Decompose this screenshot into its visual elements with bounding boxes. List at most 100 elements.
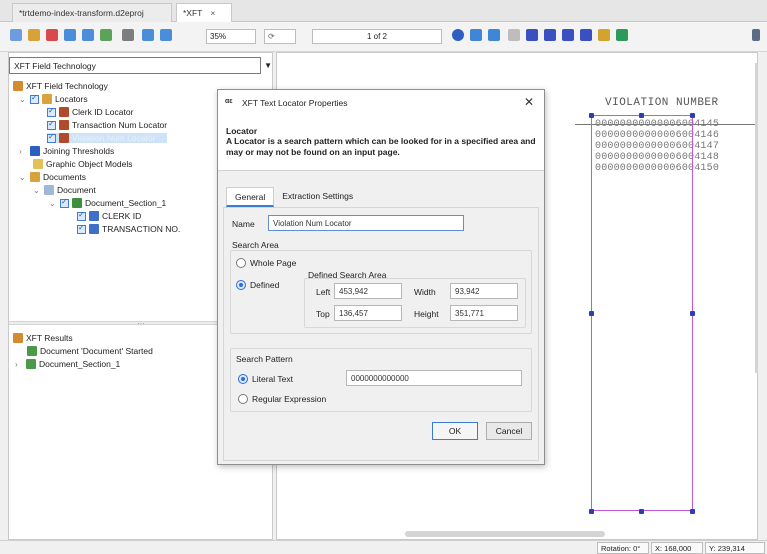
tree-item-graphic-object-models[interactable]: Graphic Object Models	[33, 159, 132, 169]
tree-item-locators[interactable]: ⌄ Locators	[19, 93, 88, 104]
name-input[interactable]: Violation Num Locator	[268, 215, 464, 231]
resize-handle-top-left[interactable]	[589, 113, 594, 118]
tree-item-documents[interactable]: ⌄ Documents	[19, 172, 86, 182]
horizontal-scrollbar[interactable]	[405, 531, 605, 537]
chevron-right-icon[interactable]: ›	[19, 147, 27, 156]
tab-xft[interactable]: *XFT ×	[176, 3, 232, 22]
results-item-started[interactable]: Document 'Document' Started	[27, 346, 153, 356]
resize-handle-bottom-right[interactable]	[690, 509, 695, 514]
run-icon[interactable]	[452, 29, 464, 41]
height-input[interactable]: 351,771	[450, 305, 518, 321]
clerk-id-checkbox[interactable]	[47, 106, 56, 117]
whole-page-radio[interactable]: Whole Page	[236, 258, 296, 268]
tree-item-xft-field-technology[interactable]: XFT Field Technology	[13, 81, 108, 91]
page-value: 1 of 2	[366, 32, 387, 41]
chevron-down-icon[interactable]: ⌄	[33, 186, 41, 195]
literal-text-radio[interactable]: Literal Text	[238, 374, 293, 384]
dialog-description: A Locator is a search pattern which can …	[226, 136, 536, 157]
clerk-id-field-checkbox[interactable]	[77, 210, 86, 221]
tab-extraction-settings[interactable]: Extraction Settings	[274, 187, 361, 207]
crosshair-icon[interactable]	[544, 29, 556, 41]
results-item-label: Document_Section_1	[39, 359, 121, 369]
overflow-icon[interactable]	[752, 29, 760, 41]
height-input-value: 351,771	[455, 309, 484, 318]
zoom-select[interactable]: 35%	[206, 29, 256, 44]
tree-item-label: Documents	[43, 172, 86, 182]
zoom-in-icon[interactable]	[142, 29, 154, 41]
move-down-icon[interactable]	[82, 29, 94, 41]
chevron-down-icon[interactable]: ⌄	[19, 173, 27, 182]
tree-item-label: Joining Thresholds	[43, 146, 115, 156]
rotation-select[interactable]: ⟳	[264, 29, 296, 44]
select-tool-icon[interactable]	[122, 29, 134, 41]
zoom-value: 35%	[210, 32, 227, 41]
results-item-section[interactable]: › Document_Section_1	[15, 359, 120, 369]
locator-icon	[59, 120, 69, 130]
search-icon[interactable]	[598, 29, 610, 41]
resize-handle-bottom[interactable]	[639, 509, 644, 514]
tree-item-clerk-id[interactable]: CLERK ID	[77, 210, 141, 221]
resize-handle-bottom-left[interactable]	[589, 509, 594, 514]
chevron-down-icon[interactable]: ⌄	[19, 95, 27, 104]
vertical-scrollbar[interactable]	[755, 63, 758, 373]
left-input-value: 453,942	[339, 287, 368, 296]
graphic-model-icon	[33, 159, 43, 169]
radio-indicator	[236, 280, 246, 290]
tree-item-transaction-num-locator[interactable]: Transaction Num Locator	[47, 119, 167, 130]
results-root[interactable]: XFT Results	[13, 333, 73, 343]
width-input[interactable]: 93,942	[450, 283, 518, 299]
tree-item-clerk-id-locator[interactable]: Clerk ID Locator	[47, 106, 133, 117]
resize-handle-top[interactable]	[639, 113, 644, 118]
ok-button[interactable]: OK	[432, 422, 478, 440]
dialog-titlebar[interactable]: αε XFT Text Locator Properties ✕	[218, 90, 544, 116]
chevron-down-icon[interactable]: ▼	[264, 61, 272, 70]
section-checkbox[interactable]	[60, 197, 69, 208]
close-icon[interactable]: ✕	[524, 95, 534, 109]
tree-item-violation-num-locator[interactable]: Violation Num Locator	[47, 132, 167, 143]
locators-checkbox[interactable]	[30, 93, 39, 104]
chevron-down-icon[interactable]: ⌄	[49, 199, 57, 208]
zoom-out-icon[interactable]	[160, 29, 172, 41]
search-area-label: Search Area	[232, 240, 279, 250]
defined-radio[interactable]: Defined	[236, 280, 279, 290]
fit-page-icon[interactable]	[100, 29, 112, 41]
search-area-selection[interactable]	[591, 115, 693, 511]
page-indicator[interactable]: 1 of 2	[312, 29, 442, 44]
left-input[interactable]: 453,942	[334, 283, 402, 299]
text-tool-icon[interactable]	[508, 29, 520, 41]
tree-item-document[interactable]: ⌄ Document	[33, 185, 96, 195]
dialog-title: XFT Text Locator Properties	[242, 98, 348, 108]
resize-handle-left[interactable]	[589, 311, 594, 316]
tree-item-document-section-1[interactable]: ⌄ Document_Section_1	[49, 197, 166, 208]
tab-xft-label: *XFT	[183, 8, 203, 18]
columns-icon[interactable]	[488, 29, 500, 41]
tree-item-joining-thresholds[interactable]: › Joining Thresholds	[19, 146, 114, 156]
move-up-icon[interactable]	[64, 29, 76, 41]
toolbar: 35% ⟳ 1 of 2	[0, 22, 767, 52]
save-icon[interactable]	[10, 29, 22, 41]
tree-item-transaction-no[interactable]: TRANSACTION NO.	[77, 223, 180, 234]
new-item-icon[interactable]	[28, 29, 40, 41]
tab-general[interactable]: General	[226, 187, 275, 207]
close-icon[interactable]: ×	[210, 8, 215, 18]
violation-num-checkbox[interactable]	[47, 132, 56, 143]
delete-icon[interactable]	[46, 29, 58, 41]
resize-handle-right[interactable]	[690, 311, 695, 316]
export-icon[interactable]	[616, 29, 628, 41]
literal-text-input[interactable]: 0000000000000	[346, 370, 522, 386]
grid-icon[interactable]	[470, 29, 482, 41]
regex-radio[interactable]: Regular Expression	[238, 394, 326, 404]
technology-select[interactable]: XFT Field Technology ▼	[9, 57, 272, 74]
chevron-right-icon[interactable]: ›	[15, 360, 23, 369]
locator-icon[interactable]	[580, 29, 592, 41]
top-input[interactable]: 136,457	[334, 305, 402, 321]
anchor-icon[interactable]	[562, 29, 574, 41]
search-pattern-label: Search Pattern	[236, 354, 293, 364]
transaction-no-checkbox[interactable]	[77, 223, 86, 234]
tab-project[interactable]: *trtdemo-index-transform.d2eproj	[12, 3, 172, 22]
transaction-num-checkbox[interactable]	[47, 119, 56, 130]
ruler-icon[interactable]	[526, 29, 538, 41]
splitter-grip-icon[interactable]: ···	[137, 319, 145, 328]
cancel-button[interactable]: Cancel	[486, 422, 532, 440]
resize-handle-top-right[interactable]	[690, 113, 695, 118]
